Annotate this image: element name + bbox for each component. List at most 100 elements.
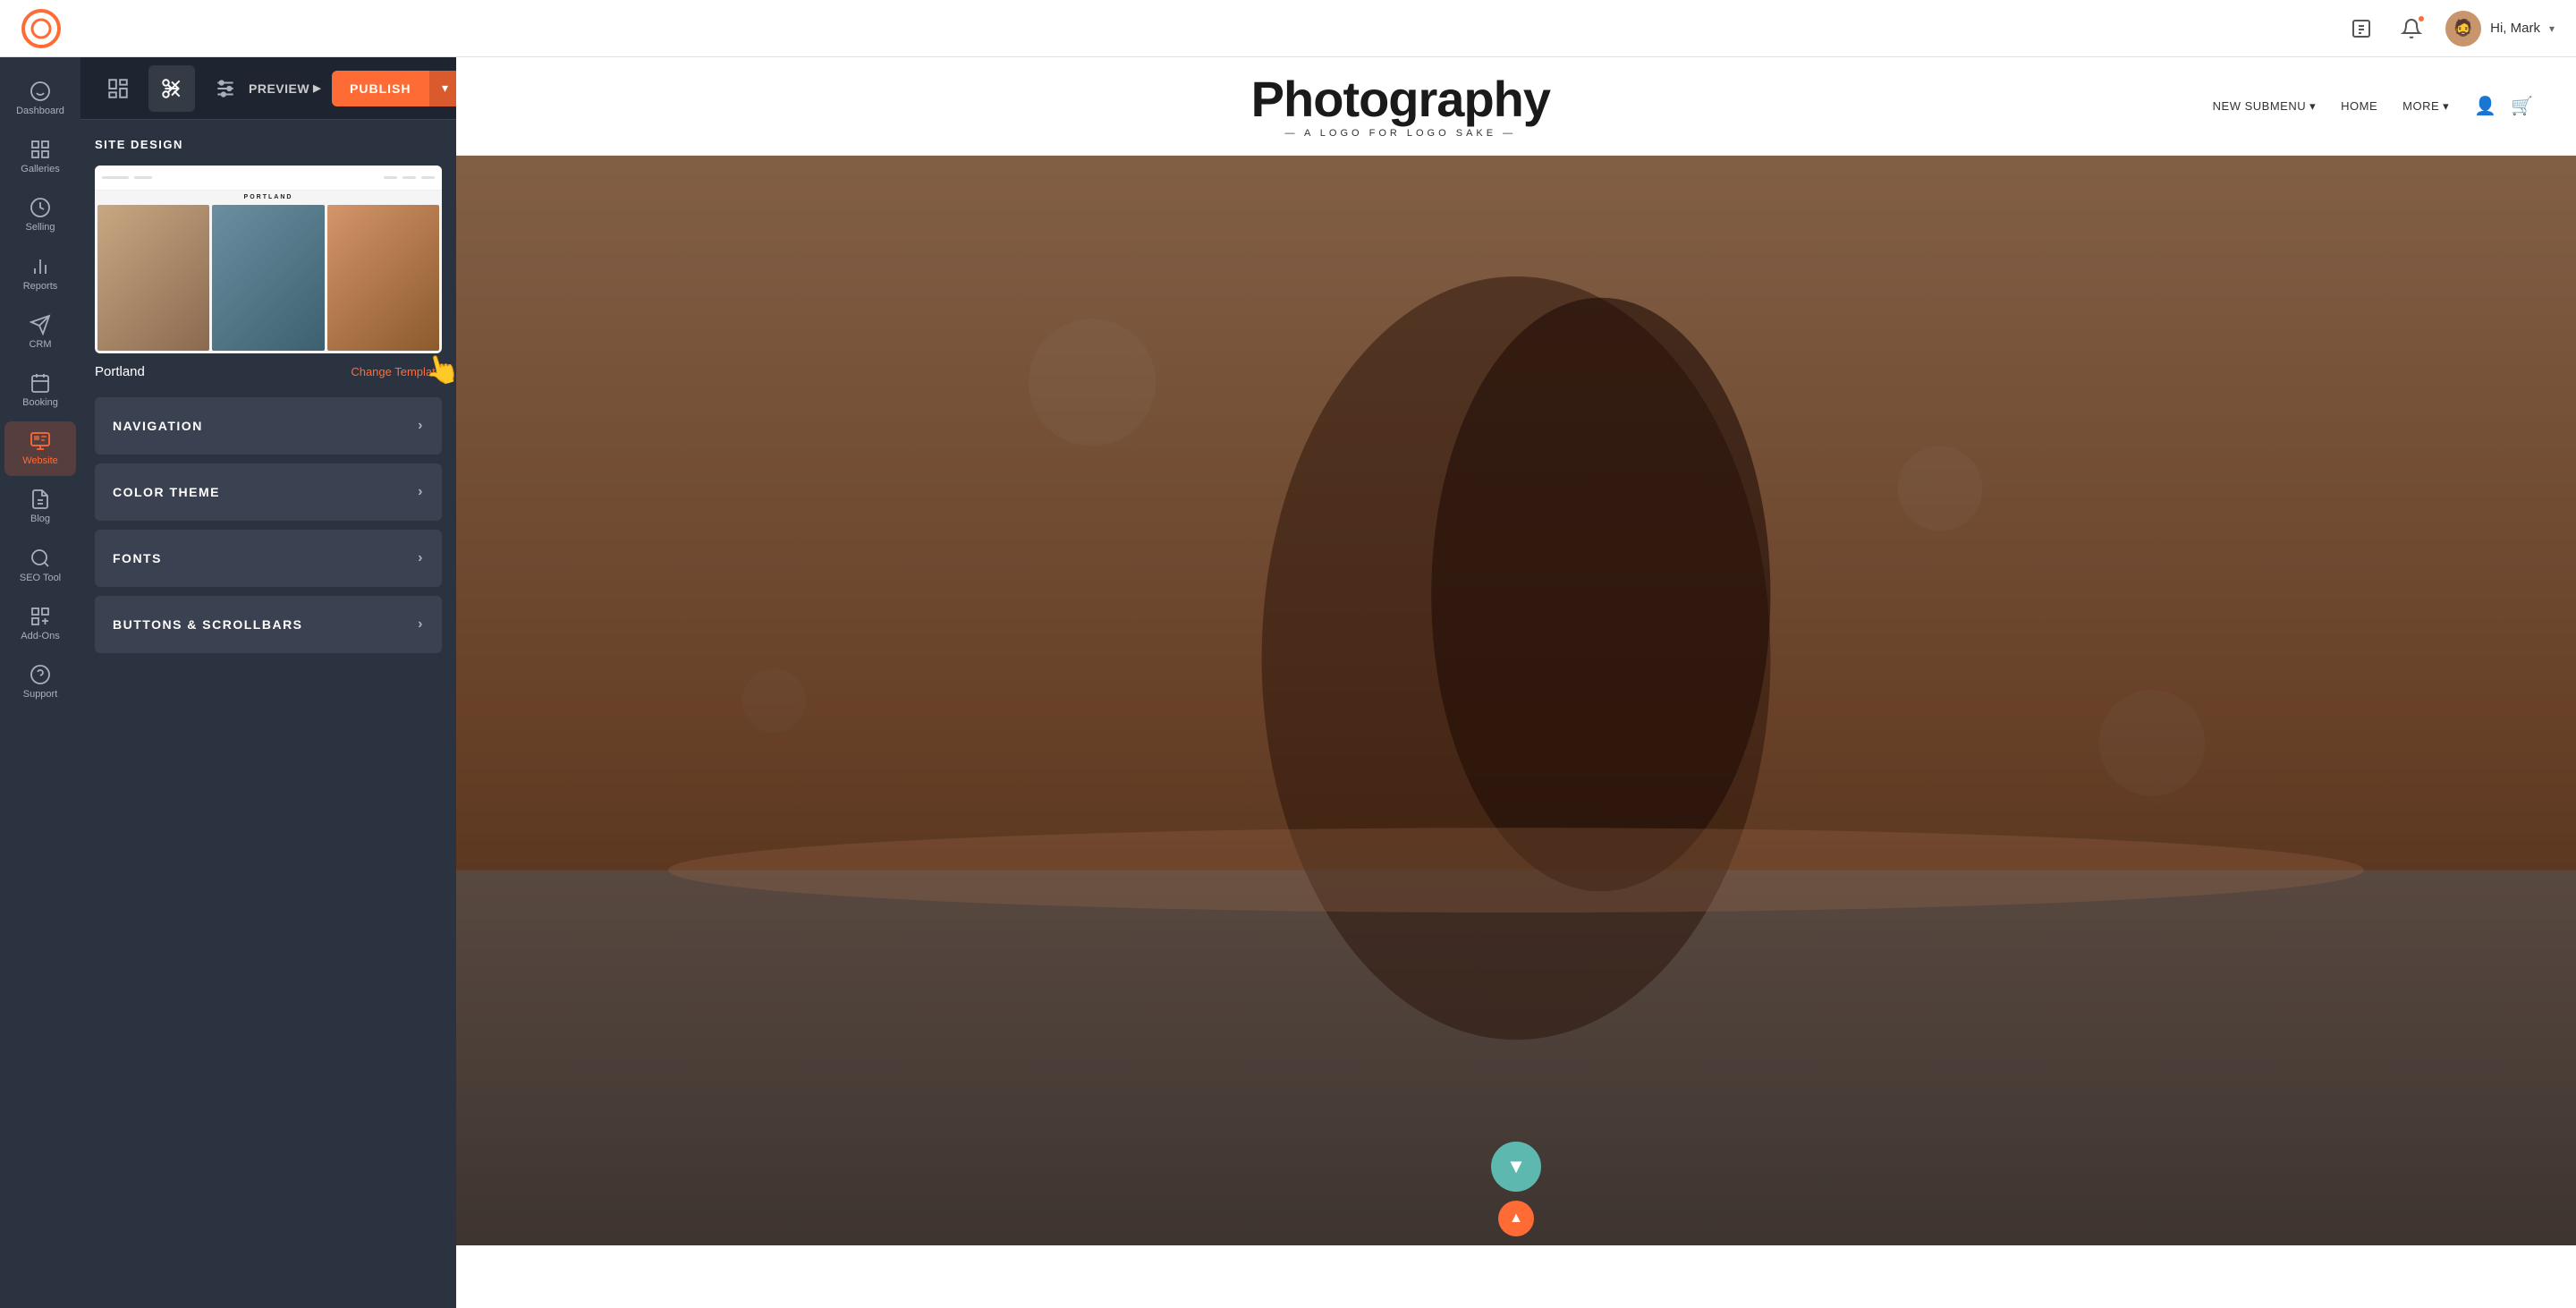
toolbar-right: PREVIEW ▶ PUBLISH ▾ (249, 71, 456, 106)
template-preview: PORTLAND (95, 166, 442, 353)
site-nav-label-home: HOME (2341, 99, 2377, 113)
app-logo[interactable] (21, 9, 61, 48)
sidebar-item-galleries[interactable]: Galleries (4, 130, 76, 184)
template-photo-2 (212, 205, 324, 351)
preview-button[interactable]: PREVIEW ▶ (249, 81, 321, 96)
template-logo: PORTLAND (95, 191, 442, 202)
sidebar-item-dashboard[interactable]: Dashboard (4, 72, 76, 126)
site-cart-icon[interactable]: 🛒 (2511, 95, 2533, 117)
template-nav-line-3 (384, 176, 397, 179)
site-logo-text: Photography (1251, 74, 1550, 124)
sidebar-label-dashboard: Dashboard (16, 106, 64, 117)
notification-button[interactable] (2395, 13, 2428, 45)
notification-badge (2417, 14, 2426, 23)
site-hero: ▼ ▲ (456, 156, 2576, 1245)
template-preview-header (95, 166, 442, 191)
sidebar-label-support: Support (23, 689, 58, 701)
sidebar-label-reports: Reports (23, 281, 58, 293)
user-greeting: Hi, Mark (2490, 21, 2540, 36)
template-nav-line-4 (402, 176, 416, 179)
user-menu[interactable]: 🧔 Hi, Mark ▾ (2445, 11, 2555, 47)
color-theme-section-label: COLOR THEME (113, 485, 220, 499)
publish-button[interactable]: PUBLISH (332, 81, 428, 96)
avatar: 🧔 (2445, 11, 2481, 47)
site-nav-more-dropdown-icon: ▾ (2443, 99, 2449, 114)
site-nav-item-submenu[interactable]: NEW SUBMENU ▾ (2213, 99, 2316, 114)
site-nav-icons: 👤 🛒 (2474, 95, 2533, 117)
scroll-up-button[interactable]: ▲ (1498, 1201, 1534, 1236)
change-template-link[interactable]: Change Template (351, 365, 442, 378)
website-preview: Photography — A LOGO FOR LOGO SAKE — NEW… (456, 57, 2576, 1308)
sidebar-item-support[interactable]: Support (4, 655, 76, 709)
fonts-section-button[interactable]: FONTS › (95, 530, 442, 587)
template-photos (95, 202, 442, 353)
tab-pages[interactable] (95, 65, 141, 112)
site-header: Photography — A LOGO FOR LOGO SAKE — NEW… (456, 57, 2576, 156)
secondary-toolbar: PREVIEW ▶ PUBLISH ▾ (80, 57, 456, 120)
top-header: 🧔 Hi, Mark ▾ (0, 0, 2576, 57)
user-chevron-icon: ▾ (2549, 22, 2555, 35)
template-nav-line-5 (421, 176, 435, 179)
sidebar-item-booking[interactable]: Booking (4, 363, 76, 418)
buttons-scrollbars-section-button[interactable]: BUTTONS & SCROLLBARS › (95, 596, 442, 653)
sidebar-label-seo: SEO Tool (20, 573, 61, 584)
fonts-section-label: FONTS (113, 551, 162, 565)
sidebar-item-reports[interactable]: Reports (4, 247, 76, 302)
color-theme-chevron-icon: › (418, 484, 424, 500)
preview-area: Photography — A LOGO FOR LOGO SAKE — NEW… (456, 57, 2576, 1308)
publish-dropdown-button[interactable]: ▾ (429, 71, 457, 106)
sidebar-item-blog[interactable]: Blog (4, 480, 76, 534)
preview-label: PREVIEW (249, 81, 309, 96)
hero-overlay (456, 156, 2576, 1245)
site-logo-tagline: — A LOGO FOR LOGO SAKE — (1285, 128, 1517, 139)
play-icon: ▶ (313, 82, 321, 94)
nav-sidebar: Dashboard Galleries Selling (0, 57, 80, 1308)
navigation-section-button[interactable]: NAVIGATION › (95, 397, 442, 454)
site-nav-dropdown-icon: ▾ (2309, 99, 2316, 114)
main-layout: Dashboard Galleries Selling (0, 57, 2576, 1308)
toolbar-tabs (95, 65, 249, 112)
publish-button-group: PUBLISH ▾ (332, 71, 456, 106)
template-name: Portland (95, 364, 145, 379)
design-panel: PREVIEW ▶ PUBLISH ▾ SITE DESIGN (80, 57, 456, 1308)
sidebar-item-website[interactable]: Website (4, 421, 76, 476)
color-theme-section-button[interactable]: COLOR THEME › (95, 463, 442, 521)
scroll-down-button[interactable]: ▼ (1491, 1142, 1541, 1192)
buttons-scrollbars-chevron-icon: › (418, 616, 424, 633)
sidebar-label-galleries: Galleries (21, 164, 59, 175)
site-logo: Photography — A LOGO FOR LOGO SAKE — (1251, 74, 1550, 139)
site-nav: NEW SUBMENU ▾ HOME MORE ▾ 👤 🛒 (2213, 95, 2533, 117)
site-nav-label-submenu: NEW SUBMENU (2213, 99, 2306, 113)
site-nav-item-home[interactable]: HOME (2341, 99, 2377, 113)
sidebar-label-addons: Add-Ons (21, 631, 59, 642)
sidebar-label-selling: Selling (25, 222, 55, 234)
site-user-icon[interactable]: 👤 (2474, 95, 2496, 117)
template-photo-1 (97, 205, 209, 351)
template-nav-line-1 (102, 176, 129, 179)
tab-design[interactable] (148, 65, 195, 112)
template-photo-3 (327, 205, 439, 351)
sidebar-item-crm[interactable]: CRM (4, 305, 76, 360)
sidebar-label-blog: Blog (30, 514, 50, 525)
sidebar-label-booking: Booking (22, 397, 58, 409)
scroll-up-icon: ▲ (1509, 1210, 1523, 1227)
panel-content: SITE DESIGN PORTLAND (80, 120, 456, 680)
info-button[interactable] (2345, 13, 2377, 45)
site-nav-label-more: MORE (2402, 99, 2439, 113)
panel-title: SITE DESIGN (95, 138, 442, 151)
navigation-section-label: NAVIGATION (113, 419, 203, 433)
buttons-scrollbars-section-label: BUTTONS & SCROLLBARS (113, 617, 303, 632)
template-info: Portland Change Template (95, 364, 442, 379)
sidebar-label-crm: CRM (29, 339, 51, 351)
template-nav-line-2 (134, 176, 152, 179)
tab-settings[interactable] (202, 65, 249, 112)
sidebar-item-selling[interactable]: Selling (4, 188, 76, 242)
sidebar-item-seo[interactable]: SEO Tool (4, 539, 76, 593)
site-nav-item-more[interactable]: MORE ▾ (2402, 99, 2449, 114)
sidebar-label-website: Website (22, 455, 58, 467)
header-right: 🧔 Hi, Mark ▾ (2345, 11, 2555, 47)
scroll-down-icon: ▼ (1506, 1155, 1526, 1178)
fonts-chevron-icon: › (418, 550, 424, 566)
navigation-chevron-icon: › (418, 418, 424, 434)
sidebar-item-addons[interactable]: Add-Ons (4, 597, 76, 651)
